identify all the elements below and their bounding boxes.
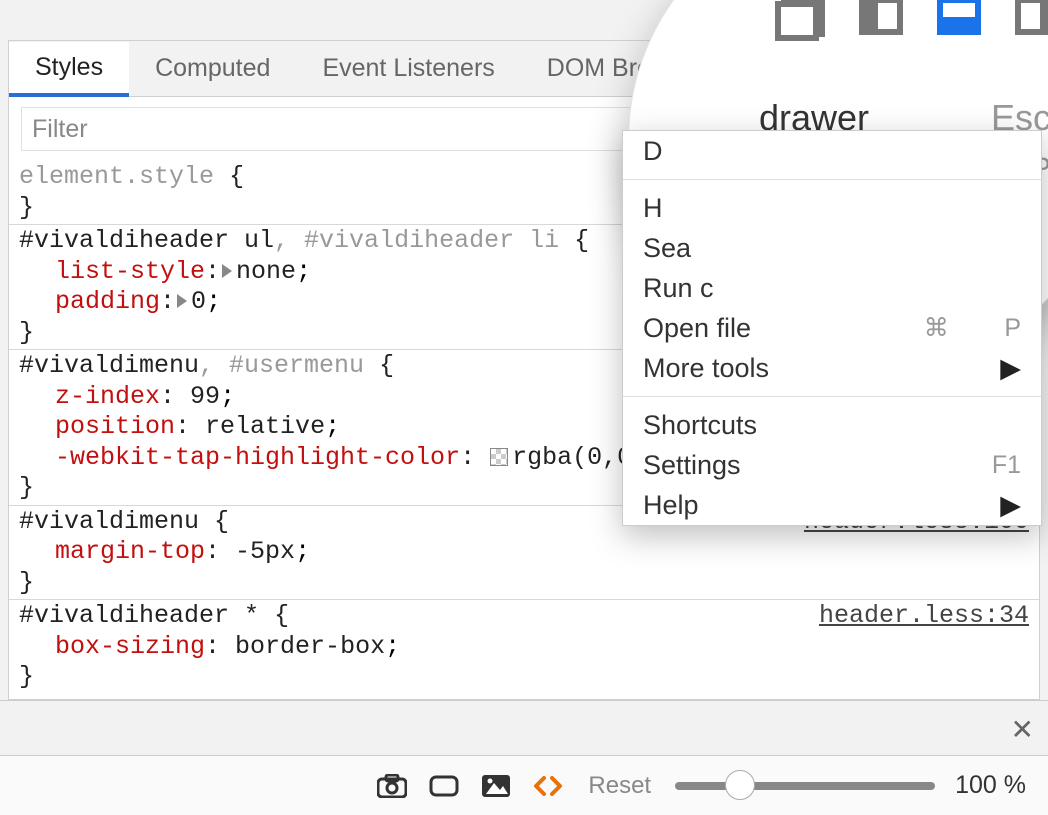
menu-dock-side[interactable]: D <box>623 131 1041 171</box>
image-icon[interactable] <box>480 772 512 800</box>
close-drawer-icon[interactable]: ✕ <box>1011 713 1034 746</box>
menu-show-console[interactable]: H <box>623 188 1041 228</box>
tab-computed[interactable]: Computed <box>129 41 296 96</box>
menu-open-file[interactable]: Open file⌘ P <box>623 308 1041 348</box>
menu-run-command[interactable]: Run c <box>623 268 1041 308</box>
code-icon[interactable] <box>532 772 564 800</box>
slider-knob[interactable] <box>725 770 755 800</box>
menu-shortcuts[interactable]: Shortcuts <box>623 405 1041 445</box>
reset-button[interactable]: Reset <box>588 772 651 800</box>
dock-undock-icon[interactable] <box>781 0 825 35</box>
dock-left-icon[interactable] <box>859 0 903 35</box>
menu-settings[interactable]: SettingsF1 <box>623 445 1041 485</box>
dock-bottom-icon[interactable] <box>937 0 981 35</box>
drawer-bar: ✕ <box>0 700 1048 750</box>
expand-icon[interactable] <box>177 294 187 308</box>
dock-side-row <box>781 0 1048 35</box>
rectangle-icon[interactable] <box>428 772 460 800</box>
rule-vivaldiheader-star[interactable]: header.less:34 #vivaldiheader * { box-si… <box>9 599 1039 694</box>
zoom-slider[interactable] <box>675 782 935 790</box>
dock-right-icon[interactable] <box>1015 0 1048 35</box>
tab-styles[interactable]: Styles <box>9 42 129 97</box>
tab-event-listeners[interactable]: Event Listeners <box>296 41 520 96</box>
devtools-menu: D H Sea Run c Open file⌘ P More tools▶ S… <box>622 130 1042 526</box>
color-swatch-icon[interactable] <box>490 448 508 466</box>
menu-help[interactable]: Help▶ <box>623 485 1041 525</box>
menu-more-tools[interactable]: More tools▶ <box>623 348 1041 388</box>
camera-icon[interactable] <box>376 772 408 800</box>
menu-search[interactable]: Sea <box>623 228 1041 268</box>
zoom-percent: 100 % <box>955 771 1026 800</box>
expand-icon[interactable] <box>222 264 232 278</box>
bottom-toolbar: Reset 100 % <box>0 755 1048 815</box>
source-link[interactable]: header.less:34 <box>819 601 1029 632</box>
